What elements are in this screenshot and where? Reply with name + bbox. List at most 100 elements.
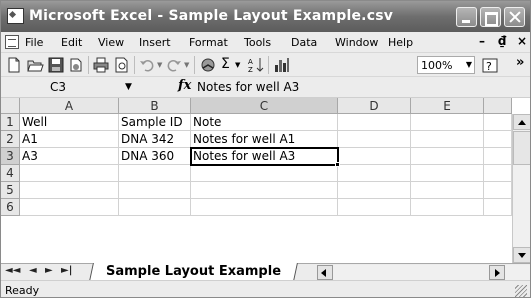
chevron-down-icon[interactable]: ▼ <box>125 82 132 92</box>
menu-edit[interactable]: Edit <box>61 36 82 49</box>
doc-minimize-button[interactable]: – <box>479 34 485 48</box>
scroll-left-button[interactable] <box>317 265 333 280</box>
name-box[interactable]: C3 ▼ <box>3 79 139 96</box>
menu-file[interactable]: File <box>25 36 43 49</box>
new-icon[interactable] <box>5 56 23 74</box>
cell-a6[interactable] <box>20 199 119 216</box>
vertical-scroll-thumb[interactable] <box>513 131 530 165</box>
last-sheet-button[interactable]: ►| <box>61 265 72 276</box>
first-sheet-button[interactable]: ◄◄ <box>5 265 20 276</box>
cell-f3[interactable] <box>484 148 512 165</box>
cell-c5[interactable] <box>191 182 338 199</box>
cell-d1[interactable] <box>338 114 411 131</box>
chart-wizard-icon[interactable] <box>273 56 291 74</box>
menu-window[interactable]: Window <box>335 36 378 49</box>
cell-c1[interactable]: Note <box>191 114 338 131</box>
hyperlink-icon[interactable] <box>199 56 217 74</box>
horizontal-scrollbar[interactable] <box>317 265 530 280</box>
excel-app-icon[interactable] <box>7 8 24 24</box>
title-bar[interactable]: Microsoft Excel - Sample Layout Example.… <box>1 1 530 32</box>
sheet-tab-active[interactable]: Sample Layout Example <box>89 263 298 281</box>
row-header-5[interactable]: 5 <box>1 182 20 199</box>
cell-b3[interactable]: DNA 360 <box>119 148 191 165</box>
scroll-right-button[interactable] <box>489 265 505 280</box>
menu-help[interactable]: Help <box>388 36 413 49</box>
undo-dropdown-icon[interactable]: ▼ <box>157 61 162 69</box>
scroll-up-button[interactable] <box>513 114 530 130</box>
print-preview-icon[interactable] <box>113 56 131 74</box>
column-header-f[interactable] <box>484 98 512 114</box>
doc-restore-button[interactable]: ₫ <box>498 34 506 48</box>
worksheet-grid[interactable]: A B C D E 1 2 3 4 5 6 Well Sample ID Not… <box>1 98 530 263</box>
cell-d2[interactable] <box>338 131 411 148</box>
row-header-4[interactable]: 4 <box>1 165 20 182</box>
undo-icon[interactable] <box>138 56 156 74</box>
cell-d4[interactable] <box>338 165 411 182</box>
cell-b4[interactable] <box>119 165 191 182</box>
help-icon[interactable]: ? <box>481 56 499 74</box>
menu-data[interactable]: Data <box>291 36 317 49</box>
cell-c3-active[interactable]: Notes for well A3 <box>190 147 339 166</box>
select-all-corner[interactable] <box>1 98 20 114</box>
vertical-scrollbar[interactable] <box>512 114 530 263</box>
row-header-2[interactable]: 2 <box>1 131 20 148</box>
menu-view[interactable]: View <box>98 36 124 49</box>
print-icon[interactable] <box>92 56 110 74</box>
open-folder-icon[interactable] <box>26 56 44 74</box>
autosum-dropdown-icon[interactable]: ▼ <box>235 61 240 69</box>
cell-f6[interactable] <box>484 199 512 216</box>
cell-c2[interactable]: Notes for well A1 <box>191 131 338 148</box>
menu-tools[interactable]: Tools <box>244 36 271 49</box>
cell-a2[interactable]: A1 <box>20 131 119 148</box>
autosum-icon[interactable]: Σ <box>221 56 230 72</box>
cell-d3[interactable] <box>338 148 411 165</box>
redo-icon[interactable] <box>165 56 183 74</box>
fill-handle[interactable] <box>335 162 340 167</box>
column-header-b[interactable]: B <box>119 98 191 114</box>
maximize-button[interactable] <box>480 7 501 27</box>
permission-icon[interactable] <box>67 56 85 74</box>
sort-ascending-icon[interactable]: AZ <box>247 56 265 74</box>
cell-e2[interactable] <box>411 131 484 148</box>
cell-d6[interactable] <box>338 199 411 216</box>
cell-a5[interactable] <box>20 182 119 199</box>
cell-e6[interactable] <box>411 199 484 216</box>
save-icon[interactable] <box>47 56 65 74</box>
cell-f4[interactable] <box>484 165 512 182</box>
doc-close-button[interactable]: × <box>517 34 527 48</box>
cell-e4[interactable] <box>411 165 484 182</box>
toolbar-options-icon[interactable]: » <box>516 55 524 70</box>
cell-e3[interactable] <box>411 148 484 165</box>
row-header-6[interactable]: 6 <box>1 199 20 216</box>
cell-e5[interactable] <box>411 182 484 199</box>
column-header-d[interactable]: D <box>338 98 411 114</box>
cell-d5[interactable] <box>338 182 411 199</box>
workbook-icon[interactable] <box>5 35 19 49</box>
cell-a4[interactable] <box>20 165 119 182</box>
cell-b2[interactable]: DNA 342 <box>119 131 191 148</box>
redo-dropdown-icon[interactable]: ▼ <box>184 61 189 69</box>
cell-a3[interactable]: A3 <box>20 148 119 165</box>
column-header-a[interactable]: A <box>20 98 119 114</box>
insert-function-icon[interactable]: fx <box>178 78 191 93</box>
cell-b5[interactable] <box>119 182 191 199</box>
cell-f1[interactable] <box>484 114 512 131</box>
cell-a1[interactable]: Well <box>20 114 119 131</box>
column-header-c[interactable]: C <box>191 98 338 114</box>
menu-format[interactable]: Format <box>189 36 228 49</box>
scroll-down-button[interactable] <box>513 247 530 263</box>
close-button[interactable] <box>504 7 525 27</box>
cell-f2[interactable] <box>484 131 512 148</box>
row-header-1[interactable]: 1 <box>1 114 20 131</box>
cell-f5[interactable] <box>484 182 512 199</box>
menu-insert[interactable]: Insert <box>139 36 171 49</box>
formula-input[interactable]: Notes for well A3 <box>197 80 299 94</box>
cell-c4[interactable] <box>191 165 338 182</box>
cell-b6[interactable] <box>119 199 191 216</box>
cell-e1[interactable] <box>411 114 484 131</box>
cell-c6[interactable] <box>191 199 338 216</box>
row-header-3[interactable]: 3 <box>1 148 20 165</box>
minimize-button[interactable] <box>456 7 477 27</box>
resize-grip-icon[interactable] <box>515 285 527 297</box>
previous-sheet-button[interactable]: ◄ <box>29 265 37 276</box>
